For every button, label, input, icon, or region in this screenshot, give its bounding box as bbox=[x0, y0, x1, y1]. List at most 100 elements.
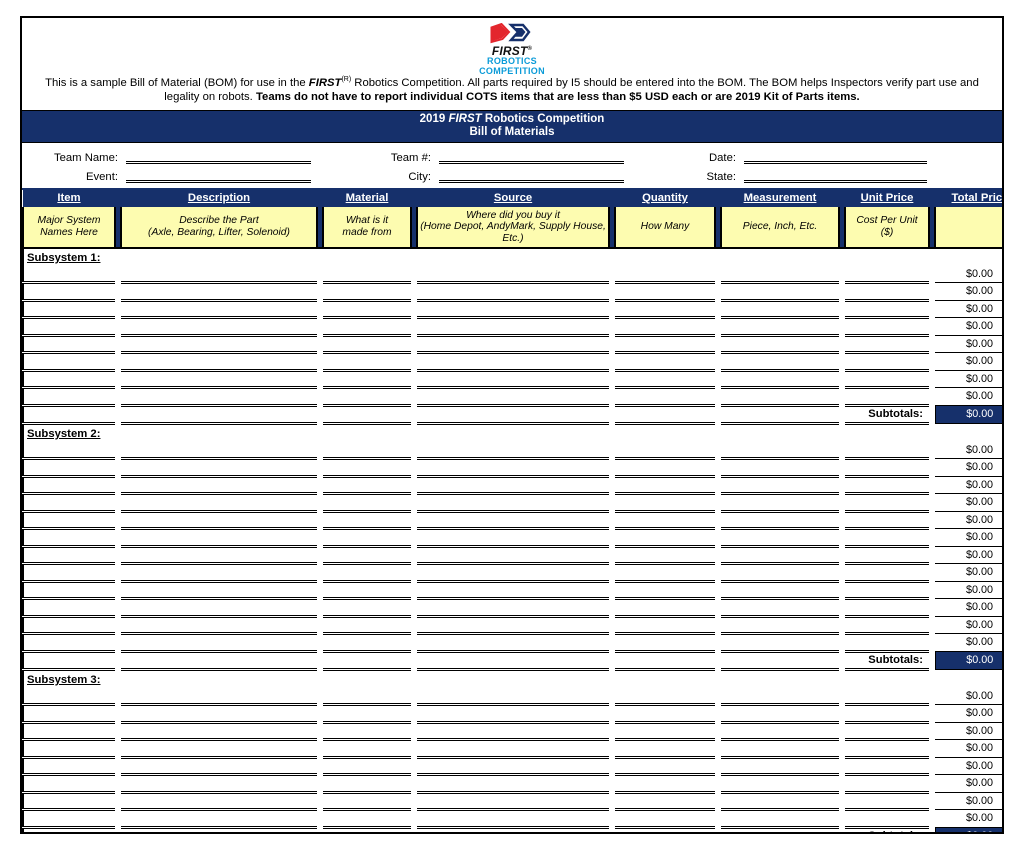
cell-quantity[interactable] bbox=[615, 387, 715, 407]
cell-material[interactable] bbox=[323, 827, 411, 832]
cell-item[interactable] bbox=[22, 757, 115, 777]
cell-description[interactable] bbox=[121, 442, 317, 461]
cell-quantity[interactable] bbox=[615, 792, 715, 812]
state-input[interactable] bbox=[744, 171, 927, 183]
cell-material[interactable] bbox=[323, 370, 411, 390]
cell-material[interactable] bbox=[323, 633, 411, 653]
cell-measurement[interactable] bbox=[721, 809, 839, 829]
cell-item[interactable] bbox=[22, 581, 115, 601]
cell-measurement[interactable] bbox=[721, 317, 839, 337]
cell-total-price[interactable]: $0.00 bbox=[935, 317, 1002, 336]
cell-measurement[interactable] bbox=[721, 546, 839, 566]
cell-source[interactable] bbox=[417, 387, 609, 407]
cell-quantity[interactable] bbox=[615, 317, 715, 337]
cell-measurement[interactable] bbox=[721, 739, 839, 759]
cell-item[interactable] bbox=[22, 511, 115, 531]
cell-material[interactable] bbox=[323, 688, 411, 707]
cell-material[interactable] bbox=[323, 774, 411, 794]
cell-material[interactable] bbox=[323, 616, 411, 636]
cell-source[interactable] bbox=[417, 546, 609, 566]
cell-measurement[interactable] bbox=[721, 774, 839, 794]
cell-unit-price[interactable] bbox=[845, 317, 929, 337]
cell-material[interactable] bbox=[323, 266, 411, 285]
cell-measurement[interactable] bbox=[721, 282, 839, 302]
cell-measurement[interactable] bbox=[721, 563, 839, 583]
cell-source[interactable] bbox=[417, 757, 609, 777]
cell-total-price[interactable]: $0.00 bbox=[935, 633, 1002, 652]
cell-quantity[interactable] bbox=[615, 704, 715, 724]
cell-unit-price[interactable] bbox=[845, 546, 929, 566]
cell-material[interactable] bbox=[323, 563, 411, 583]
cell-total-price[interactable]: $0.00 bbox=[935, 598, 1002, 617]
cell-description[interactable] bbox=[121, 739, 317, 759]
team-name-input[interactable] bbox=[126, 152, 311, 164]
cell-item[interactable] bbox=[22, 370, 115, 390]
cell-source[interactable] bbox=[417, 405, 609, 425]
cell-quantity[interactable] bbox=[615, 598, 715, 618]
cell-quantity[interactable] bbox=[615, 739, 715, 759]
cell-item[interactable] bbox=[22, 317, 115, 337]
cell-unit-price[interactable] bbox=[845, 282, 929, 302]
cell-unit-price[interactable] bbox=[845, 352, 929, 372]
cell-material[interactable] bbox=[323, 352, 411, 372]
cell-quantity[interactable] bbox=[615, 616, 715, 636]
cell-total-price[interactable]: $0.00 bbox=[935, 370, 1002, 389]
cell-measurement[interactable] bbox=[721, 528, 839, 548]
cell-quantity[interactable] bbox=[615, 563, 715, 583]
cell-quantity[interactable] bbox=[615, 370, 715, 390]
cell-measurement[interactable] bbox=[721, 300, 839, 320]
cell-item[interactable] bbox=[22, 476, 115, 496]
cell-item[interactable] bbox=[22, 598, 115, 618]
cell-unit-price[interactable] bbox=[845, 266, 929, 285]
cell-material[interactable] bbox=[323, 476, 411, 496]
cell-unit-price[interactable] bbox=[845, 598, 929, 618]
cell-description[interactable] bbox=[121, 633, 317, 653]
cell-total-price[interactable]: $0.00 bbox=[935, 282, 1002, 301]
cell-material[interactable] bbox=[323, 739, 411, 759]
cell-quantity[interactable] bbox=[615, 809, 715, 829]
cell-quantity[interactable] bbox=[615, 266, 715, 285]
cell-quantity[interactable] bbox=[615, 757, 715, 777]
cell-description[interactable] bbox=[121, 704, 317, 724]
cell-quantity[interactable] bbox=[615, 442, 715, 461]
cell-unit-price[interactable] bbox=[845, 581, 929, 601]
cell-measurement[interactable] bbox=[721, 442, 839, 461]
cell-unit-price[interactable] bbox=[845, 335, 929, 355]
cell-unit-price[interactable] bbox=[845, 616, 929, 636]
cell-material[interactable] bbox=[323, 317, 411, 337]
cell-description[interactable] bbox=[121, 546, 317, 566]
cell-unit-price[interactable] bbox=[845, 458, 929, 478]
cell-total-price[interactable]: $0.00 bbox=[935, 300, 1002, 319]
cell-quantity[interactable] bbox=[615, 476, 715, 496]
cell-total-price[interactable]: $0.00 bbox=[935, 704, 1002, 723]
cell-quantity[interactable] bbox=[615, 688, 715, 707]
cell-description[interactable] bbox=[121, 598, 317, 618]
cell-total-price[interactable]: $0.00 bbox=[935, 352, 1002, 371]
subsystem-label-2[interactable]: Subsystem 2: bbox=[22, 423, 115, 443]
cell-unit-price[interactable] bbox=[845, 476, 929, 496]
cell-item[interactable] bbox=[22, 493, 115, 513]
cell-description[interactable] bbox=[121, 722, 317, 742]
cell-material[interactable] bbox=[323, 598, 411, 618]
cell-description[interactable] bbox=[121, 300, 317, 320]
cell-material[interactable] bbox=[323, 757, 411, 777]
cell-description[interactable] bbox=[121, 335, 317, 355]
cell-total-price[interactable]: $0.00 bbox=[935, 722, 1002, 741]
cell-quantity[interactable] bbox=[615, 405, 715, 425]
cell-measurement[interactable] bbox=[721, 722, 839, 742]
cell-source[interactable] bbox=[417, 300, 609, 320]
cell-unit-price[interactable] bbox=[845, 722, 929, 742]
cell-source[interactable] bbox=[417, 774, 609, 794]
cell-total-price[interactable]: $0.00 bbox=[935, 335, 1002, 354]
cell-item[interactable] bbox=[22, 722, 115, 742]
cell-material[interactable] bbox=[323, 581, 411, 601]
cell-source[interactable] bbox=[417, 809, 609, 829]
cell-source[interactable] bbox=[417, 688, 609, 707]
cell-total-price[interactable]: $0.00 bbox=[935, 774, 1002, 793]
cell-description[interactable] bbox=[121, 688, 317, 707]
cell-total-price[interactable]: $0.00 bbox=[935, 511, 1002, 530]
cell-unit-price[interactable] bbox=[845, 442, 929, 461]
cell-source[interactable] bbox=[417, 493, 609, 513]
cell-source[interactable] bbox=[417, 739, 609, 759]
cell-source[interactable] bbox=[417, 476, 609, 496]
